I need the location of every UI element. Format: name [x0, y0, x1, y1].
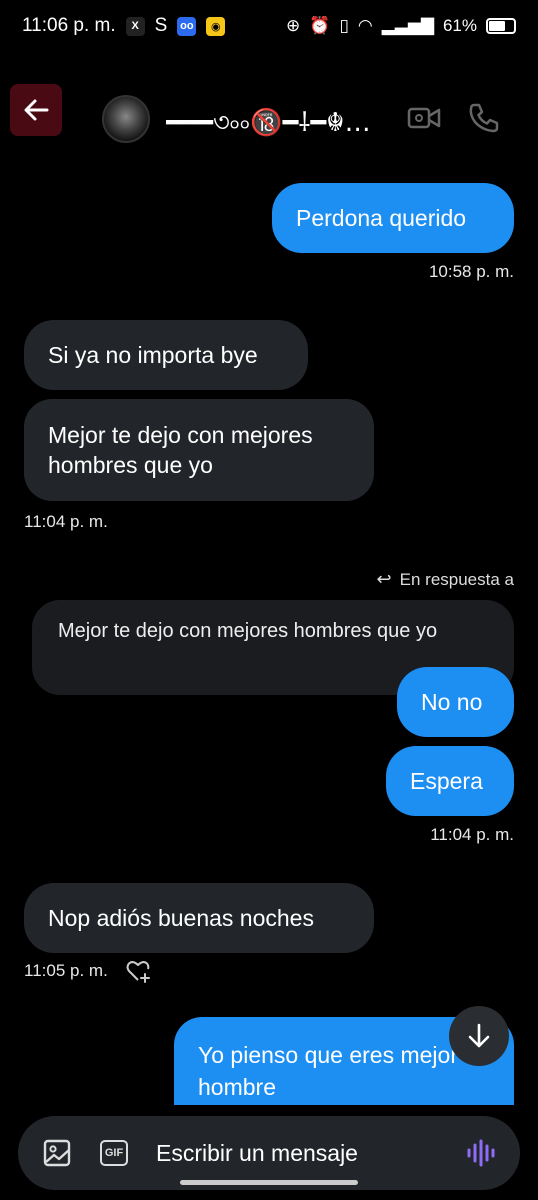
- contact-name[interactable]: ━━━৩৹৹🔞━⸸━☬…: [166, 102, 378, 146]
- phone-call-icon[interactable]: [466, 100, 502, 136]
- reply-label: En respuesta a: [399, 569, 514, 589]
- message-incoming[interactable]: Si ya no importa bye: [24, 320, 308, 390]
- message-text: Yo pienso que eres mejor hombre: [198, 1042, 458, 1100]
- reply-arrow-icon: ↩: [376, 569, 392, 589]
- wifi-icon: ◠: [357, 16, 373, 35]
- message-input[interactable]: Escribir un mensaje: [156, 1140, 466, 1167]
- message-timestamp: 11:04 p. m.: [24, 512, 108, 531]
- message-timestamp: 11:04 p. m.: [430, 825, 514, 844]
- voice-message-icon[interactable]: [466, 1138, 496, 1168]
- chat-header: ━━━৩৹৹🔞━⸸━☬…: [0, 78, 538, 158]
- video-call-icon[interactable]: [406, 100, 442, 136]
- scroll-to-bottom-button[interactable]: [449, 1006, 509, 1066]
- message-incoming[interactable]: Mejor te dejo con mejores hombres que yo: [24, 399, 374, 501]
- s-app-icon: S: [154, 15, 168, 36]
- message-composer: GIF Escribir un mensaje: [18, 1116, 520, 1190]
- message-timestamp: 10:58 p. m.: [428, 262, 514, 281]
- status-time: 11:06 p. m.: [22, 15, 116, 36]
- arrow-down-icon: [468, 1023, 490, 1048]
- react-heart-icon[interactable]: [124, 957, 152, 985]
- message-text: Si ya no importa bye: [48, 342, 258, 368]
- message-text: Nop adiós buenas noches: [48, 905, 314, 931]
- reply-indicator: ↩ En respuesta a: [377, 569, 514, 590]
- status-bar: 11:06 p. m. X S oo ◉ ⊕ ⏰ ▯ ◠ ▂▃▅▇ 61%: [0, 0, 538, 52]
- message-text: No no: [421, 689, 483, 715]
- alarm-icon: ⏰: [309, 16, 331, 35]
- message-timestamp: 11:05 p. m.: [24, 961, 108, 980]
- message-outgoing[interactable]: Espera: [386, 746, 514, 816]
- home-indicator[interactable]: [180, 1180, 358, 1185]
- yellow-app-icon: ◉: [206, 16, 226, 36]
- x-app-icon: X: [125, 16, 145, 36]
- quoted-text: Mejor te dejo con mejores hombres que yo: [58, 620, 438, 642]
- message-text: Espera: [410, 768, 483, 794]
- add-circle-icon: ⊕: [286, 16, 301, 35]
- message-outgoing[interactable]: Perdona querido: [272, 183, 514, 253]
- battery-percent: 61%: [442, 16, 477, 35]
- message-incoming[interactable]: Nop adiós buenas noches: [24, 883, 374, 953]
- gallery-icon[interactable]: [42, 1138, 72, 1168]
- battery-icon: [486, 18, 516, 34]
- back-arrow-icon: [24, 99, 49, 121]
- voicemail-icon: oo: [177, 16, 197, 36]
- gif-button[interactable]: GIF: [100, 1140, 128, 1166]
- message-outgoing[interactable]: No no: [397, 667, 514, 737]
- contact-avatar[interactable]: [102, 95, 150, 143]
- back-button[interactable]: [10, 84, 62, 136]
- signal-icon: ▂▃▅▇: [381, 16, 434, 35]
- message-text: Perdona querido: [296, 205, 467, 231]
- gif-label: GIF: [104, 1147, 124, 1159]
- vibrate-icon: ▯: [339, 16, 349, 35]
- message-text: Mejor te dejo con mejores hombres que yo: [48, 422, 313, 478]
